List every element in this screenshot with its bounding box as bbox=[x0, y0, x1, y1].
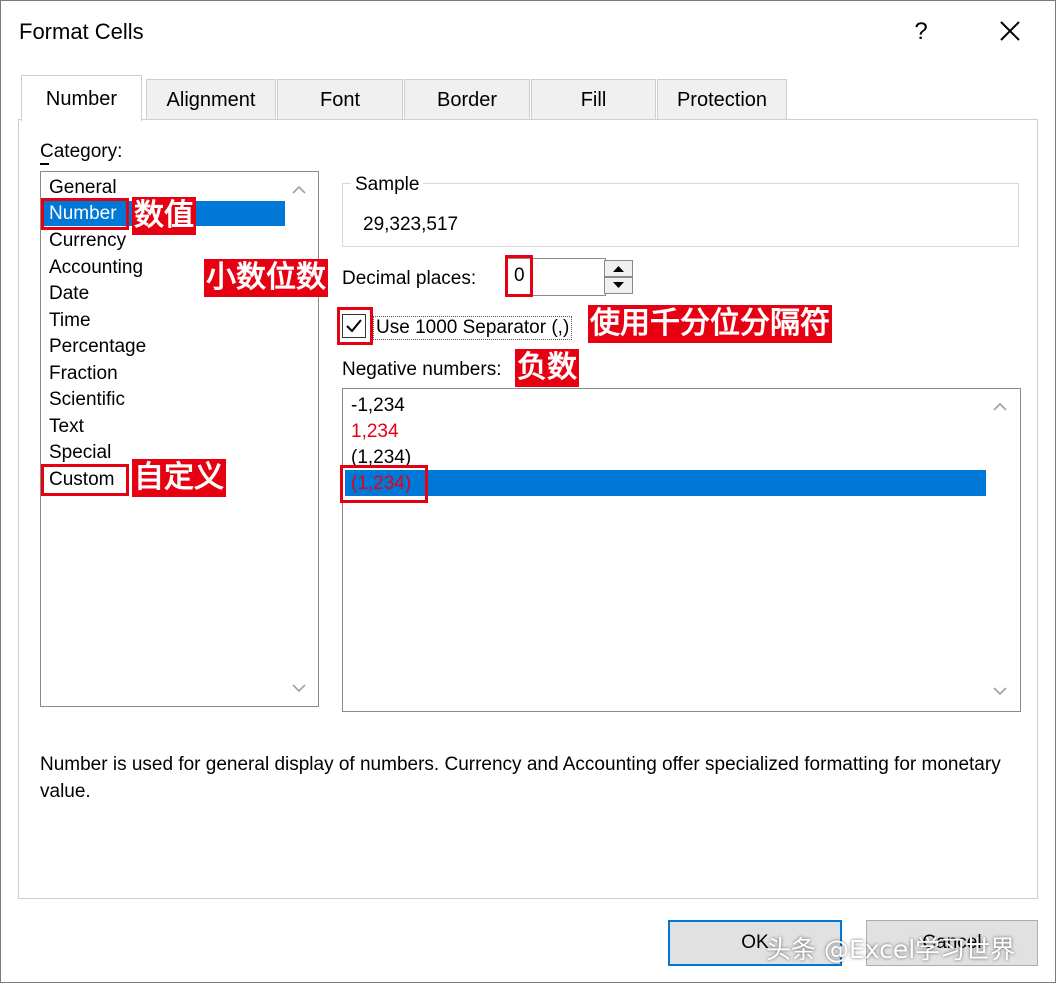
highlight-box-separator bbox=[337, 307, 373, 345]
dialog-title: Format Cells bbox=[19, 19, 144, 44]
sample-value: 29,323,517 bbox=[363, 214, 459, 235]
category-listbox[interactable]: General Number Currency Accounting Date … bbox=[40, 171, 319, 707]
category-item-accounting[interactable]: Accounting bbox=[49, 255, 143, 281]
negative-scroll-up-icon[interactable] bbox=[992, 399, 1008, 415]
negative-item-red[interactable]: 1,234 bbox=[351, 419, 399, 445]
category-scroll-up-icon[interactable] bbox=[291, 182, 307, 198]
category-item-scientific[interactable]: Scientific bbox=[49, 387, 125, 413]
spin-up-icon bbox=[613, 266, 624, 272]
category-item-currency[interactable]: Currency bbox=[49, 228, 126, 254]
annotation-decimal: 小数位数 bbox=[204, 259, 328, 297]
negative-numbers-label: Negative numbers: bbox=[342, 359, 502, 380]
category-label: Category: bbox=[40, 141, 122, 163]
negative-scroll-down-icon[interactable] bbox=[992, 683, 1008, 699]
decimal-places-down-button[interactable] bbox=[604, 277, 633, 294]
annotation-negative: 负数 bbox=[515, 349, 579, 387]
annotation-separator: 使用千分位分隔符 bbox=[588, 305, 832, 343]
category-label-text: Category: bbox=[40, 141, 123, 162]
category-scroll-down-icon[interactable] bbox=[291, 680, 307, 696]
category-access-key-underline bbox=[40, 163, 49, 165]
close-icon bbox=[1000, 21, 1020, 41]
decimal-places-label: Decimal places: bbox=[342, 268, 477, 289]
negative-selection-highlight bbox=[345, 470, 986, 496]
tab-protection[interactable]: Protection bbox=[657, 79, 787, 119]
annotation-custom: 自定义 bbox=[132, 459, 226, 497]
negative-item-minus[interactable]: -1,234 bbox=[351, 393, 405, 419]
tab-font[interactable]: Font bbox=[277, 79, 403, 119]
category-item-text[interactable]: Text bbox=[49, 414, 84, 440]
decimal-places-up-button[interactable] bbox=[604, 260, 633, 277]
use-1000-separator-label[interactable]: Use 1000 Separator (,) bbox=[373, 316, 573, 340]
annotation-number: 数值 bbox=[132, 197, 196, 235]
close-button[interactable] bbox=[989, 13, 1031, 51]
category-item-time[interactable]: Time bbox=[49, 308, 91, 334]
help-button[interactable]: ? bbox=[904, 15, 938, 49]
category-item-special[interactable]: Special bbox=[49, 440, 111, 466]
category-item-date[interactable]: Date bbox=[49, 281, 89, 307]
tab-border[interactable]: Border bbox=[404, 79, 530, 119]
negative-numbers-listbox[interactable]: -1,234 1,234 (1,234) (1,234) bbox=[342, 388, 1021, 712]
category-item-percentage[interactable]: Percentage bbox=[49, 334, 146, 360]
sample-label: Sample bbox=[351, 174, 424, 196]
format-cells-dialog: Format Cells ? Number Alignment Font Bor… bbox=[0, 0, 1056, 983]
highlight-box-negative bbox=[340, 465, 428, 503]
tab-number[interactable]: Number bbox=[21, 75, 142, 121]
category-item-fraction[interactable]: Fraction bbox=[49, 361, 118, 387]
highlight-box-number bbox=[41, 198, 129, 230]
watermark-text: 头条 @Excel学习世界 bbox=[766, 935, 1016, 964]
tab-fill[interactable]: Fill bbox=[531, 79, 656, 119]
spin-down-icon bbox=[613, 282, 624, 288]
tab-alignment[interactable]: Alignment bbox=[146, 79, 276, 119]
category-description: Number is used for general display of nu… bbox=[40, 754, 1001, 802]
highlight-box-custom bbox=[41, 464, 129, 496]
highlight-box-decimal bbox=[505, 255, 533, 297]
